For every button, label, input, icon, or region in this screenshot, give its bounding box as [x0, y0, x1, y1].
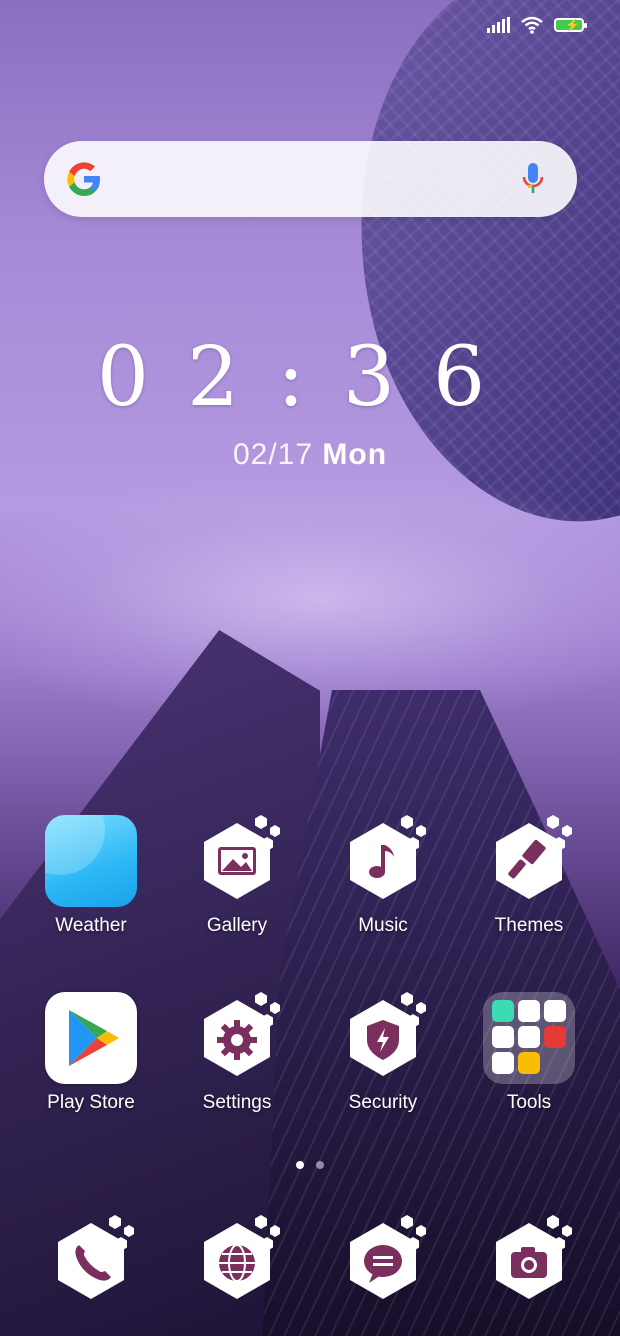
app-label: Play Store: [47, 1092, 135, 1113]
camera-icon: [483, 1215, 575, 1307]
gallery-icon: [191, 815, 283, 907]
dock-browser[interactable]: [164, 1215, 310, 1307]
app-label: Weather: [55, 915, 127, 936]
app-label: Security: [348, 1092, 418, 1113]
music-note-icon: [337, 815, 429, 907]
app-themes[interactable]: Themes: [456, 815, 602, 937]
app-tools-folder[interactable]: Tools: [456, 992, 602, 1114]
globe-icon: [191, 1215, 283, 1307]
app-label: Tools: [506, 1092, 552, 1113]
gear-icon: [191, 992, 283, 1084]
app-label: Settings: [202, 1092, 272, 1113]
app-weather[interactable]: Weather: [18, 815, 164, 937]
signal-icon: [487, 17, 510, 33]
dock-camera[interactable]: [456, 1215, 602, 1307]
date-weekday: Mon: [322, 438, 388, 471]
clock-widget-date[interactable]: 02/17 Mon: [0, 438, 620, 472]
dock-messages[interactable]: [310, 1215, 456, 1307]
play-store-icon: [45, 992, 137, 1084]
dock-phone[interactable]: [18, 1215, 164, 1307]
folder-icon: [483, 992, 575, 1084]
weather-icon: [45, 815, 137, 907]
app-security[interactable]: Security: [310, 992, 456, 1114]
page-indicator[interactable]: [0, 1161, 620, 1169]
google-g-icon: [67, 162, 100, 196]
app-settings[interactable]: Settings: [164, 992, 310, 1114]
battery-charging-icon: ⚡: [554, 18, 587, 32]
date-number: 02/17: [232, 438, 314, 471]
message-icon: [337, 1215, 429, 1307]
app-music[interactable]: Music: [310, 815, 456, 937]
phone-icon: [45, 1215, 137, 1307]
app-label: Themes: [494, 915, 564, 936]
app-gallery[interactable]: Gallery: [164, 815, 310, 937]
google-search-bar[interactable]: [44, 141, 577, 217]
status-bar: ⚡: [487, 16, 587, 34]
page-dot-active[interactable]: [296, 1161, 304, 1169]
shield-icon: [337, 992, 429, 1084]
paintbrush-icon: [483, 815, 575, 907]
microphone-icon[interactable]: [521, 161, 545, 197]
wifi-icon: [521, 16, 543, 34]
app-label: Gallery: [206, 915, 268, 936]
clock-widget-time[interactable]: 02:36: [0, 330, 620, 425]
app-play-store[interactable]: Play Store: [18, 992, 164, 1114]
app-label: Music: [358, 915, 408, 936]
page-dot[interactable]: [316, 1161, 324, 1169]
